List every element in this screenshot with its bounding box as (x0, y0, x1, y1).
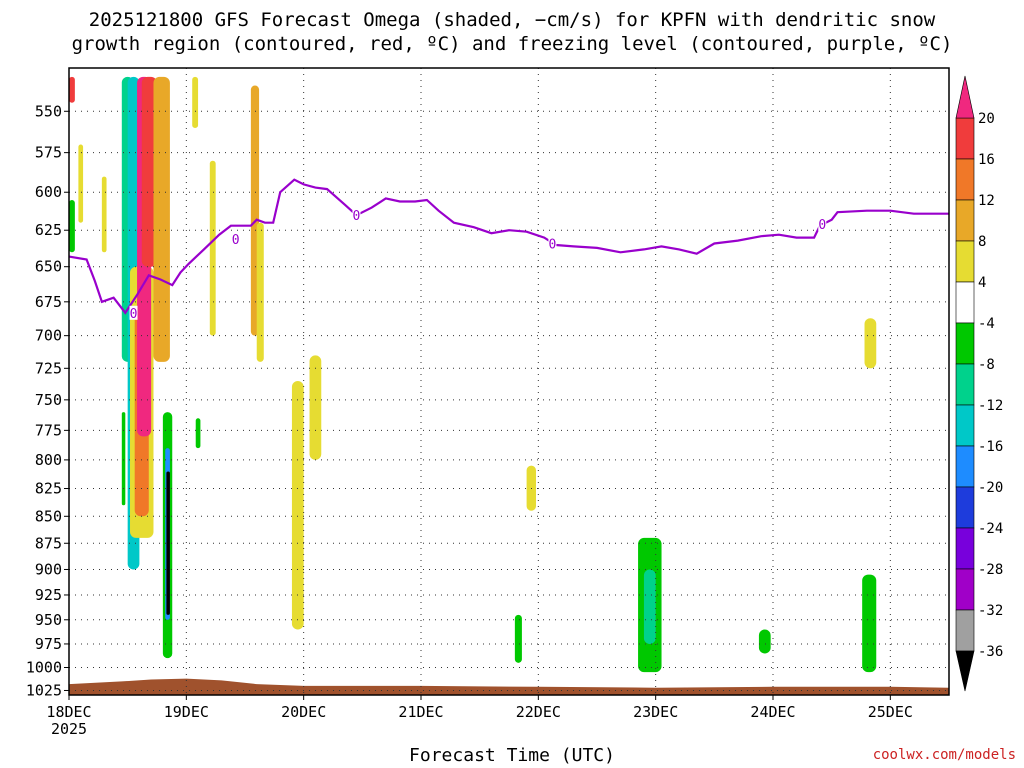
x-tick-label: 19DEC (164, 703, 209, 721)
omega-region-2 (69, 199, 75, 253)
terrain-layer (69, 678, 949, 695)
colorbar-swatch-3 (955, 240, 975, 283)
y-tick-label: 650 (35, 258, 62, 276)
y-tick-label: 850 (35, 507, 62, 525)
x-tick-label: 2025 (51, 720, 87, 738)
omega-region-21 (192, 76, 199, 129)
colorbar-label: -28 (978, 562, 1003, 578)
x-axis-title: Forecast Time (UTC) (409, 745, 615, 766)
colorbar-bottom-arrow (955, 650, 975, 692)
omega-region-15 (209, 160, 216, 336)
colorbar-label: 8 (978, 234, 986, 250)
omega-region-3 (101, 176, 107, 253)
x-tick-label: 25DEC (868, 703, 913, 721)
colorbar-label: -8 (978, 357, 995, 373)
colorbar-label: -4 (978, 316, 995, 332)
freezing-level-layer: 0 0 0 0 0 (68, 178, 949, 322)
y-axis: 550 575 600 625 650 675 700 725 750 775 800 825 850 8… (26, 102, 69, 699)
colorbar-swatch-6 (955, 363, 975, 406)
y-tick-label: 875 (35, 534, 62, 552)
colorbar-swatch-4 (955, 281, 975, 324)
y-tick-label: 825 (35, 480, 62, 498)
x-tick-label: 18DEC (46, 703, 91, 721)
y-tick-label: 950 (35, 611, 62, 629)
omega-region-27 (864, 318, 877, 369)
y-tick-label: 800 (35, 451, 62, 469)
x-axis: 18DEC2025 19DEC 20DEC 21DEC 22DEC 23DEC 24DEC 2… (46, 695, 913, 738)
colorbar-label: 4 (978, 275, 986, 291)
y-tick-label: 750 (35, 391, 62, 409)
colorbar-swatch-0 (955, 117, 975, 160)
y-tick-label: 1025 (26, 681, 62, 699)
omega-region-23 (514, 614, 522, 663)
omega-region-19 (291, 381, 304, 630)
colorbar-swatch-12 (955, 609, 975, 652)
omega-region-14 (121, 412, 126, 506)
freezing-level-label: 0 (232, 233, 240, 248)
omega-region-20 (309, 355, 322, 460)
colorbar-swatch-11 (955, 568, 975, 611)
y-tick-label: 725 (35, 359, 62, 377)
freezing-level-line (68, 178, 949, 315)
site-credit: coolwx.com/models (872, 747, 1016, 763)
plot-frame (68, 67, 950, 696)
colorbar-label: -16 (978, 439, 1003, 455)
colorbar-label: -36 (978, 644, 1003, 660)
colorbar-label: -24 (978, 521, 1003, 537)
colorbar-label: 20 (978, 111, 995, 127)
y-tick-label: 975 (35, 635, 62, 653)
colorbar-label: -20 (978, 480, 1003, 496)
terrain-ground (69, 678, 949, 695)
colorbar-legend: 20 16 12 8 4 -4 -8 -12 -16 -20 -24 -28 -32 -36 (955, 75, 1003, 692)
omega-time-height-chart: 0 0 0 0 0 550 575 600 625 650 675 700 725 750 775 800 8… (26, 67, 1003, 738)
omega-region-13 (166, 471, 170, 615)
colorbar-label: -32 (978, 603, 1003, 619)
omega-region-1 (78, 144, 84, 223)
omega-region-26 (758, 629, 771, 654)
x-tick-label: 23DEC (633, 703, 678, 721)
colorbar-swatch-10 (955, 527, 975, 570)
y-tick-label: 1000 (26, 658, 62, 676)
omega-region-17 (256, 222, 264, 362)
colorbar-label: 16 (978, 152, 995, 168)
colorbar-swatch-9 (955, 486, 975, 529)
omega-shading-layer (69, 76, 877, 673)
colorbar-swatch-7 (955, 404, 975, 447)
colorbar-swatch-5 (955, 322, 975, 365)
y-tick-label: 900 (35, 560, 62, 578)
freezing-level-label: 0 (130, 307, 138, 322)
freezing-level-label: 0 (548, 238, 556, 253)
grid-layer (69, 68, 949, 695)
omega-region-10 (153, 76, 170, 362)
colorbar-swatch-2 (955, 199, 975, 242)
x-tick-label: 22DEC (516, 703, 561, 721)
colorbar-top-arrow (955, 75, 975, 119)
y-tick-label: 925 (35, 586, 62, 604)
x-tick-label: 24DEC (750, 703, 795, 721)
y-tick-label: 675 (35, 293, 62, 311)
y-tick-label: 575 (35, 144, 62, 162)
freezing-level-label: 0 (818, 218, 826, 233)
colorbar-label: -12 (978, 398, 1003, 414)
y-tick-label: 775 (35, 421, 62, 439)
y-tick-label: 700 (35, 327, 62, 345)
omega-region-28 (862, 574, 877, 673)
omega-region-18 (195, 418, 201, 449)
y-tick-label: 600 (35, 183, 62, 201)
colorbar-swatch-1 (955, 158, 975, 201)
freezing-level-label: 0 (353, 209, 361, 224)
colorbar-label: 12 (978, 193, 995, 209)
x-tick-label: 20DEC (281, 703, 326, 721)
colorbar-swatch-8 (955, 445, 975, 488)
x-tick-label: 21DEC (398, 703, 443, 721)
omega-region-25 (643, 569, 656, 644)
y-tick-label: 550 (35, 102, 62, 120)
y-tick-label: 625 (35, 221, 62, 239)
omega-region-0 (69, 76, 75, 103)
